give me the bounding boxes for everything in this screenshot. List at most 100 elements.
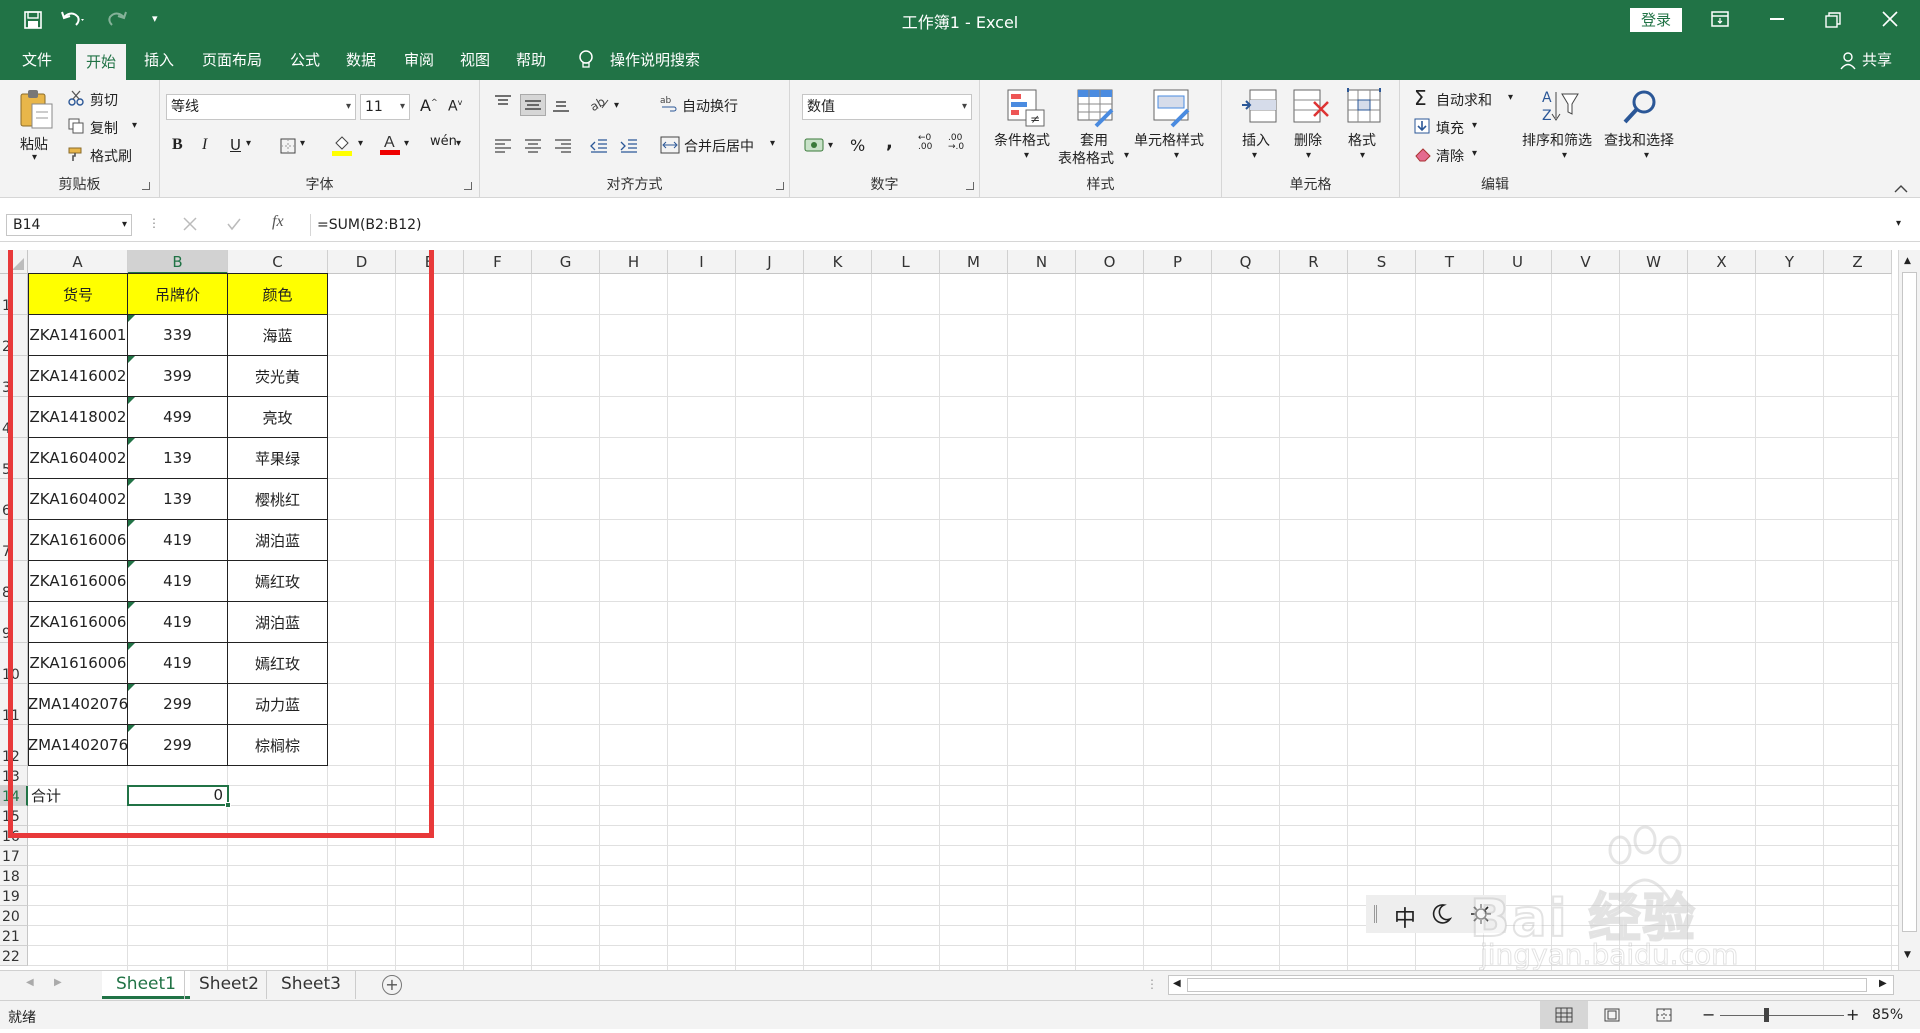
column-header-j[interactable]: J xyxy=(736,250,804,274)
name-box[interactable]: B14 ▾ xyxy=(6,214,132,236)
number-as-text-indicator[interactable] xyxy=(128,520,135,527)
zoom-level[interactable]: 85% xyxy=(1872,1007,1903,1023)
insert-function-icon[interactable]: fx xyxy=(272,213,284,231)
sheet-tab-3[interactable]: Sheet3 xyxy=(266,971,356,999)
row-header-9[interactable]: 9 xyxy=(0,602,28,643)
more-options-icon[interactable]: ⋮ xyxy=(148,216,160,230)
table-cell[interactable]: 419 xyxy=(127,642,228,684)
scissors-icon[interactable] xyxy=(68,90,84,106)
table-cell[interactable]: ZKA1604002 xyxy=(28,478,128,520)
percent-icon[interactable]: % xyxy=(850,136,865,155)
row-header-4[interactable]: 4 xyxy=(0,397,28,438)
increase-font-icon[interactable]: A^ xyxy=(420,96,438,115)
decrease-indent-icon[interactable] xyxy=(590,138,608,154)
column-header-m[interactable]: M xyxy=(940,250,1008,274)
row-header-22[interactable]: 22 xyxy=(0,946,28,966)
login-button[interactable]: 登录 xyxy=(1630,8,1682,32)
table-cell[interactable]: 嫣红玫 xyxy=(227,560,328,602)
number-as-text-indicator[interactable] xyxy=(128,356,135,363)
font-size-select[interactable]: 11 ▾ xyxy=(360,94,410,120)
bold-icon[interactable]: B xyxy=(172,136,183,154)
table-cell[interactable]: 299 xyxy=(127,724,228,766)
phonetic-dropdown-icon[interactable]: ▾ xyxy=(456,138,461,149)
font-color-icon[interactable]: A xyxy=(380,132,400,156)
increase-decimal-icon[interactable]: ←0.00 xyxy=(918,134,932,152)
expand-formula-icon[interactable]: ▾ xyxy=(1896,218,1901,229)
moon-icon[interactable] xyxy=(1430,903,1453,925)
column-header-b[interactable]: B xyxy=(128,250,228,274)
column-header-f[interactable]: F xyxy=(464,250,532,274)
tab-data[interactable]: 数据 xyxy=(336,40,386,80)
clear-button[interactable]: 清除 xyxy=(1436,146,1464,166)
increase-indent-icon[interactable] xyxy=(620,138,638,154)
redo-icon[interactable] xyxy=(104,8,130,30)
row-header-14[interactable]: 14 xyxy=(0,786,28,806)
column-header-k[interactable]: K xyxy=(804,250,872,274)
table-cell[interactable]: 湖泊蓝 xyxy=(227,519,328,561)
number-as-text-indicator[interactable] xyxy=(128,315,135,322)
number-format-select[interactable]: 数值 ▾ xyxy=(802,94,972,120)
table-cell[interactable]: 419 xyxy=(127,560,228,602)
delete-cells-icon[interactable] xyxy=(1292,88,1330,128)
borders-icon[interactable] xyxy=(280,138,296,154)
column-header-s[interactable]: S xyxy=(1348,250,1416,274)
table-cell[interactable]: ZKA1616006 xyxy=(28,601,128,643)
merge-dropdown-icon[interactable]: ▾ xyxy=(770,138,775,149)
row-header-12[interactable]: 12 xyxy=(0,725,28,766)
column-header-t[interactable]: T xyxy=(1416,250,1484,274)
ime-toolbar[interactable]: 中 xyxy=(1366,895,1506,933)
decrease-decimal-icon[interactable]: .00 →.0 xyxy=(948,134,964,152)
table-cell[interactable]: 樱桃红 xyxy=(227,478,328,520)
orientation-dropdown-icon[interactable]: ▾ xyxy=(614,100,619,111)
tab-split-handle-icon[interactable]: ⋮ xyxy=(1146,977,1158,991)
worksheet-grid[interactable]: ABCDEFGHIJKLMNOPQRSTUVWXYZ 1 2 3 4 5 6 7 8 9 10 11… xyxy=(0,250,1898,970)
share-button[interactable]: 共享 xyxy=(1852,40,1902,80)
delete-cells-button[interactable]: 删除 xyxy=(1294,130,1322,150)
fill-down-icon[interactable] xyxy=(1414,118,1430,134)
number-as-text-indicator[interactable] xyxy=(128,479,135,486)
enter-icon[interactable] xyxy=(226,216,242,232)
insert-cells-button[interactable]: 插入 xyxy=(1242,130,1270,150)
normal-view-icon[interactable] xyxy=(1540,1001,1588,1029)
table-cell[interactable]: ZKA1416001 xyxy=(28,314,128,356)
paste-icon[interactable] xyxy=(18,88,54,132)
number-as-text-indicator[interactable] xyxy=(128,438,135,445)
tab-help[interactable]: 帮助 xyxy=(506,40,556,80)
scroll-left-icon[interactable]: ◀ xyxy=(1173,978,1181,989)
close-icon[interactable] xyxy=(1882,11,1898,27)
table-cell[interactable]: 荧光黄 xyxy=(227,355,328,397)
copy-icon[interactable] xyxy=(68,118,84,134)
column-header-w[interactable]: W xyxy=(1620,250,1688,274)
zoom-in-icon[interactable]: + xyxy=(1846,1005,1859,1024)
table-cell[interactable]: ZKA1418002 xyxy=(28,396,128,438)
column-header-h[interactable]: H xyxy=(600,250,668,274)
vertical-scroll-thumb[interactable] xyxy=(1902,272,1917,932)
align-center-icon[interactable] xyxy=(524,138,542,154)
format-painter-icon[interactable] xyxy=(68,146,84,162)
table-cell[interactable]: 湖泊蓝 xyxy=(227,601,328,643)
restore-icon[interactable] xyxy=(1825,12,1841,28)
table-cell[interactable]: 动力蓝 xyxy=(227,683,328,725)
conditional-formatting-dropdown-icon[interactable]: ▾ xyxy=(1024,150,1029,161)
column-header-x[interactable]: X xyxy=(1688,250,1756,274)
format-cells-icon[interactable] xyxy=(1346,88,1384,128)
ribbon-display-options-icon[interactable] xyxy=(1710,10,1730,28)
format-cells-button[interactable]: 格式 xyxy=(1348,130,1376,150)
total-label-cell[interactable]: 合计 xyxy=(28,786,61,806)
column-header-n[interactable]: N xyxy=(1008,250,1076,274)
horizontal-scrollbar[interactable]: ◀ ▶ xyxy=(1168,975,1894,995)
row-header-15[interactable]: 15 xyxy=(0,806,28,826)
lightbulb-icon[interactable] xyxy=(578,50,594,70)
currency-dropdown-icon[interactable]: ▾ xyxy=(828,140,833,151)
zoom-out-icon[interactable]: − xyxy=(1702,1005,1715,1024)
table-cell[interactable]: ZKA1616006 xyxy=(28,560,128,602)
row-header-5[interactable]: 5 xyxy=(0,438,28,479)
cut-button[interactable]: 剪切 xyxy=(90,90,118,110)
table-cell[interactable]: 419 xyxy=(127,519,228,561)
format-dropdown-icon[interactable]: ▾ xyxy=(1360,150,1365,161)
sort-filter-button[interactable]: 排序和筛选 xyxy=(1522,130,1592,150)
column-header-q[interactable]: Q xyxy=(1212,250,1280,274)
number-as-text-indicator[interactable] xyxy=(128,602,135,609)
scroll-down-icon[interactable]: ▼ xyxy=(1904,950,1911,960)
fill-dropdown-icon[interactable]: ▾ xyxy=(1472,120,1477,131)
